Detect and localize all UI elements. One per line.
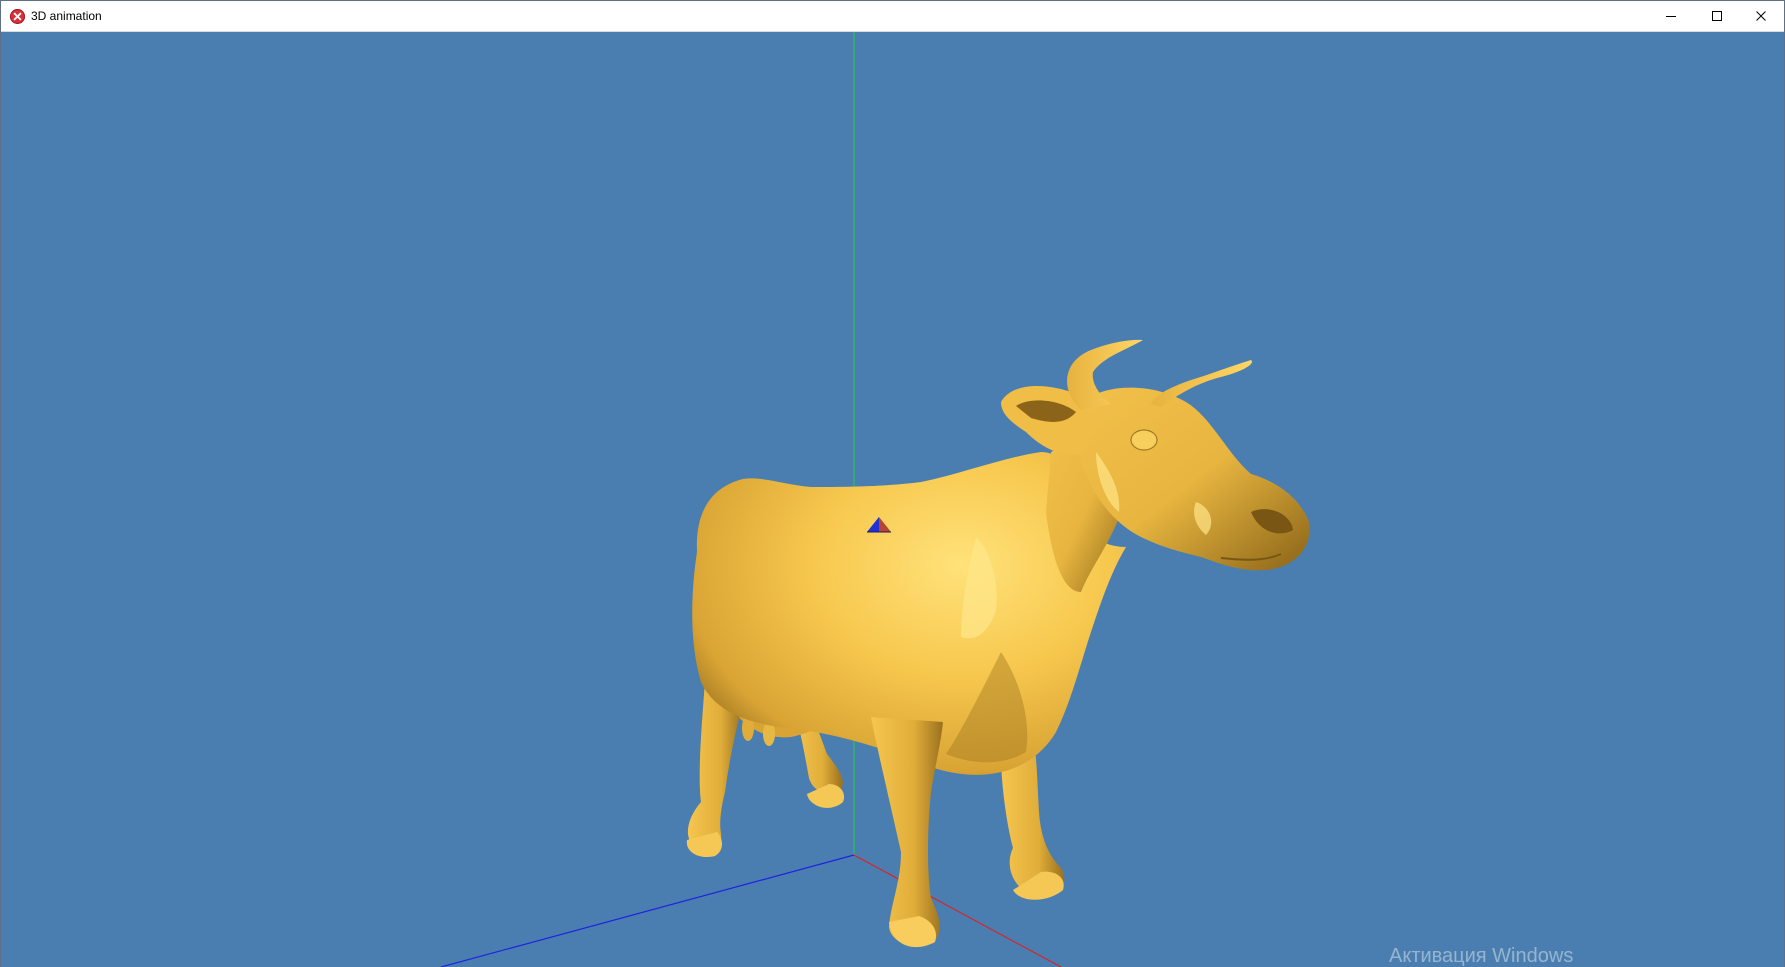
close-icon bbox=[1756, 11, 1766, 21]
z-axis bbox=[440, 854, 855, 967]
minimize-icon bbox=[1666, 16, 1676, 17]
cow-near-front-leg bbox=[871, 717, 943, 946]
scene-canvas bbox=[440, 32, 1310, 967]
close-button[interactable] bbox=[1738, 1, 1784, 31]
maximize-button[interactable] bbox=[1694, 1, 1740, 31]
app-window: 3D animation Активация Windows bbox=[0, 0, 1785, 967]
windows-activation-watermark: Активация Windows bbox=[1389, 945, 1574, 967]
maximize-icon bbox=[1712, 11, 1722, 21]
title-bar[interactable]: 3D animation bbox=[1, 1, 1784, 32]
window-title: 3D animation bbox=[31, 9, 102, 23]
cow-eye bbox=[1130, 429, 1158, 451]
minimize-button[interactable] bbox=[1648, 1, 1694, 31]
3d-viewport[interactable]: Активация Windows bbox=[1, 32, 1784, 967]
app-error-icon bbox=[10, 9, 25, 24]
cow-right-horn bbox=[1151, 360, 1252, 407]
cow-hoof bbox=[807, 784, 845, 808]
